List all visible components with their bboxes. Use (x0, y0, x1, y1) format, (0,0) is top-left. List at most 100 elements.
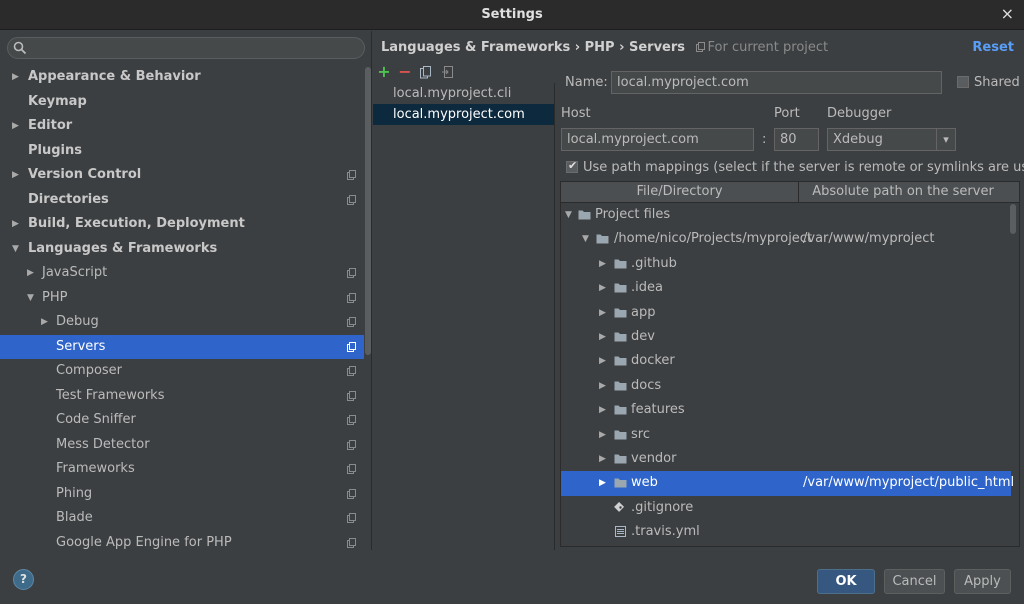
import-server-icon[interactable] (442, 66, 454, 79)
chevron-right-icon[interactable]: ▶ (41, 310, 51, 334)
chevron-right-icon[interactable]: ▶ (599, 301, 609, 325)
chevron-right-icon[interactable]: ▶ (27, 261, 37, 285)
sidebar-item[interactable]: Keymap (0, 90, 364, 115)
chevron-right-icon[interactable]: ▶ (599, 325, 609, 349)
mapping-server-path[interactable]: /var/www/myproject/public_html (803, 471, 1014, 495)
folder-icon (614, 356, 627, 366)
chevron-right-icon[interactable]: ▶ (12, 65, 22, 89)
sidebar-item[interactable]: Google App Engine for PHP (0, 531, 364, 556)
table-row[interactable]: ▶ app (561, 301, 1011, 325)
table-row[interactable]: ▶ vendor (561, 447, 1011, 471)
project-scope-icon (347, 513, 356, 523)
table-row[interactable]: ▶ web/var/www/myproject/public_html (561, 471, 1014, 496)
chevron-right-icon[interactable]: ▶ (599, 471, 609, 495)
ok-button[interactable]: OK (817, 569, 875, 594)
copy-server-icon[interactable] (420, 66, 432, 79)
chevron-right-icon[interactable]: ▶ (599, 374, 609, 398)
sidebar-item[interactable]: Frameworks (0, 457, 364, 482)
servers-toolbar: + − (377, 64, 467, 82)
folder-icon (614, 308, 627, 318)
chevron-right-icon[interactable]: ▶ (599, 349, 609, 373)
reset-link[interactable]: Reset (972, 40, 1014, 55)
column-header-file[interactable]: File/Directory (561, 182, 799, 203)
debugger-label: Debugger (827, 106, 892, 121)
chevron-down-icon[interactable]: ▼ (582, 227, 592, 251)
debugger-select[interactable]: Xdebug ▾ (827, 128, 956, 151)
sidebar-item[interactable]: ▼ Languages & Frameworks (0, 237, 364, 262)
folder-icon (578, 210, 591, 220)
table-row[interactable]: ▶ dev (561, 325, 1011, 349)
project-scope-icon (347, 464, 356, 474)
project-scope-icon (347, 170, 356, 180)
chevron-down-icon[interactable]: ▼ (565, 203, 575, 227)
apply-button[interactable]: Apply (954, 569, 1011, 594)
table-row[interactable]: ▶ src (561, 423, 1011, 447)
sidebar-item[interactable]: Test Frameworks (0, 384, 364, 409)
table-row[interactable]: ▶ features (561, 398, 1011, 422)
chevron-right-icon[interactable]: ▶ (12, 114, 22, 138)
shared-checkbox[interactable] (957, 76, 969, 88)
server-item-com[interactable]: local.myproject.com (373, 104, 554, 125)
close-icon[interactable]: × (1001, 5, 1014, 23)
sidebar-item-label: Composer (56, 363, 123, 378)
sidebar-item-label: Servers (56, 338, 106, 354)
search-input[interactable] (7, 37, 365, 59)
table-row[interactable]: ▶ docs (561, 374, 1011, 398)
sidebar-item[interactable]: Blade (0, 506, 364, 531)
host-field[interactable]: local.myproject.com (561, 128, 754, 151)
sidebar-item[interactable]: ▼ PHP (0, 286, 364, 311)
mapping-server-path[interactable]: /var/www/myproject (803, 227, 935, 251)
table-row[interactable]: ▶ .idea (561, 276, 1011, 300)
chevron-right-icon[interactable]: ▶ (599, 398, 609, 422)
path-mappings-checkbox[interactable]: ✔ (566, 159, 578, 173)
settings-tree: ▶ Appearance & Behavior Keymap ▶ Editor Plugi… (0, 65, 364, 555)
mapping-local-path: .travis.yml (631, 524, 700, 540)
cancel-button[interactable]: Cancel (884, 569, 945, 594)
sidebar-item[interactable]: ▶ Appearance & Behavior (0, 65, 364, 90)
folder-icon (614, 283, 627, 293)
sidebar-item[interactable]: ▶ Debug (0, 310, 364, 335)
remove-server-button[interactable]: − (398, 64, 412, 80)
sidebar-scrollbar[interactable] (365, 67, 371, 355)
sidebar-item-label: Directories (28, 191, 109, 207)
sidebar-item[interactable]: Mess Detector (0, 433, 364, 458)
yaml-file-icon (615, 526, 626, 538)
project-scope-icon (347, 292, 356, 303)
table-row[interactable]: ▼ Project files (561, 203, 1011, 227)
sidebar-item[interactable]: Composer (0, 359, 364, 384)
table-scrollbar[interactable] (1010, 204, 1016, 234)
window-title: Settings (481, 7, 543, 22)
column-header-server-path[interactable]: Absolute path on the server (800, 182, 1006, 203)
chevron-right-icon[interactable]: ▶ (599, 447, 609, 471)
server-list: local.myproject.cli local.myproject.com (373, 83, 555, 550)
sidebar-item[interactable]: Phing (0, 482, 364, 507)
chevron-down-icon[interactable]: ▼ (12, 237, 22, 261)
chevron-right-icon[interactable]: ▶ (12, 163, 22, 187)
sidebar-item[interactable]: ▶ Build, Execution, Deployment (0, 212, 364, 237)
table-row[interactable]: ▼ /home/nico/Projects/myproject/var/www/m… (561, 227, 1011, 251)
table-row[interactable]: ▶ .github (561, 252, 1011, 276)
sidebar-item[interactable]: Servers (0, 334, 364, 359)
chevron-right-icon[interactable]: ▶ (12, 212, 22, 236)
chevron-right-icon[interactable]: ▶ (599, 276, 609, 300)
add-server-button[interactable]: + (377, 64, 391, 80)
sidebar-item[interactable]: Code Sniffer (0, 408, 364, 433)
project-scope-icon (695, 42, 705, 52)
table-row[interactable]: .gitignore (561, 496, 1011, 520)
sidebar-item[interactable]: Directories (0, 188, 364, 213)
sidebar-item[interactable]: ▶ JavaScript (0, 261, 364, 286)
chevron-right-icon[interactable]: ▶ (599, 252, 609, 276)
chevron-right-icon[interactable]: ▶ (599, 423, 609, 447)
table-row[interactable]: .travis.yml (561, 520, 1011, 544)
sidebar-item[interactable]: ▶ Editor (0, 114, 364, 139)
server-item-cli[interactable]: local.myproject.cli (373, 83, 554, 104)
port-field[interactable]: 80 (774, 128, 819, 151)
help-button[interactable]: ? (13, 569, 34, 590)
table-header: File/Directory Absolute path on the serv… (561, 182, 1019, 203)
sidebar-item[interactable]: Plugins (0, 139, 364, 164)
sidebar-item[interactable]: ▶ Version Control (0, 163, 364, 188)
chevron-down-icon[interactable]: ▼ (27, 286, 37, 310)
name-field[interactable]: local.myproject.com (611, 71, 942, 94)
table-row[interactable]: ▶ docker (561, 349, 1011, 373)
sidebar-item-label: Phing (56, 485, 93, 501)
